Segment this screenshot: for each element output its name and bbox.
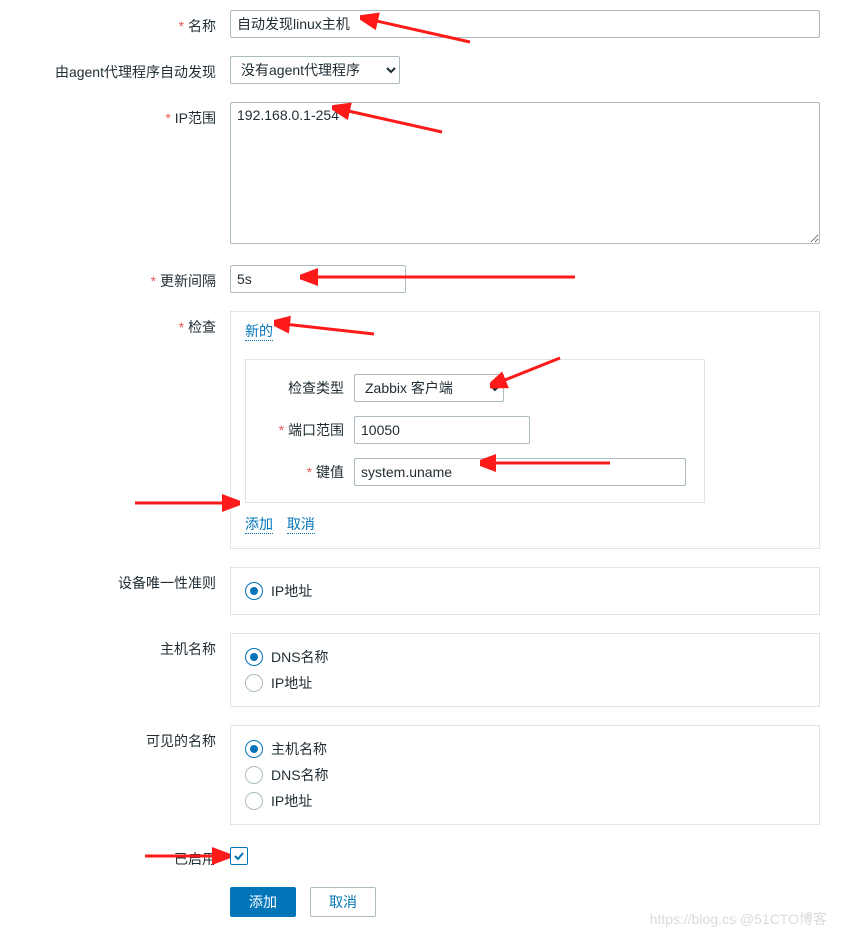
radio-option[interactable]: IP地址 [245,578,805,604]
check-form-panel: 检查类型 Zabbix 客户端 * 端口范围 * 键值 [245,359,705,503]
radio-icon[interactable] [245,740,263,758]
interval-input[interactable] [230,265,406,293]
radio-option[interactable]: 主机名称 [245,736,805,762]
label-hostname: 主机名称 [10,633,230,659]
enabled-checkbox[interactable] [230,847,248,865]
radio-icon[interactable] [245,792,263,810]
label-enabled: 已启用 [10,843,230,869]
radio-option[interactable]: IP地址 [245,788,805,814]
radio-icon[interactable] [245,766,263,784]
radio-icon[interactable] [245,674,263,692]
radio-option[interactable]: DNS名称 [245,644,805,670]
label-iprange: * IP范围 [10,102,230,128]
radio-icon[interactable] [245,648,263,666]
cancel-button[interactable]: 取消 [310,887,376,917]
name-input[interactable] [230,10,820,38]
submit-button[interactable]: 添加 [230,887,296,917]
label-visiblename: 可见的名称 [10,725,230,751]
label-proxy: 由agent代理程序自动发现 [10,56,230,82]
radio-label: IP地址 [271,673,312,693]
new-check-link[interactable]: 新的 [245,322,273,341]
radio-label: DNS名称 [271,765,329,785]
radio-label: DNS名称 [271,647,329,667]
checks-panel: 新的 检查类型 Zabbix 客户端 * 端口范围 [230,311,820,549]
radio-label: 主机名称 [271,739,327,759]
label-portrange: * 端口范围 [264,420,354,440]
portrange-input[interactable] [354,416,530,444]
radio-label: IP地址 [271,581,312,601]
cancel-check-link[interactable]: 取消 [287,515,315,534]
label-checks: * 检查 [10,311,230,337]
label-uniqueness: 设备唯一性准则 [10,567,230,593]
visiblename-radio-group: 主机名称 DNS名称 IP地址 [230,725,820,825]
label-interval: * 更新间隔 [10,265,230,291]
iprange-textarea[interactable] [230,102,820,244]
label-key: * 键值 [264,462,354,482]
key-input[interactable] [354,458,686,486]
add-check-link[interactable]: 添加 [245,515,273,534]
uniqueness-radio-group: IP地址 [230,567,820,615]
checktype-select[interactable]: Zabbix 客户端 [354,374,504,402]
radio-option[interactable]: IP地址 [245,670,805,696]
label-checktype: 检查类型 [264,378,354,398]
radio-label: IP地址 [271,791,312,811]
proxy-select[interactable]: 没有agent代理程序 [230,56,400,84]
radio-option[interactable]: DNS名称 [245,762,805,788]
radio-icon[interactable] [245,582,263,600]
hostname-radio-group: DNS名称 IP地址 [230,633,820,707]
label-name: * 名称 [10,10,230,36]
